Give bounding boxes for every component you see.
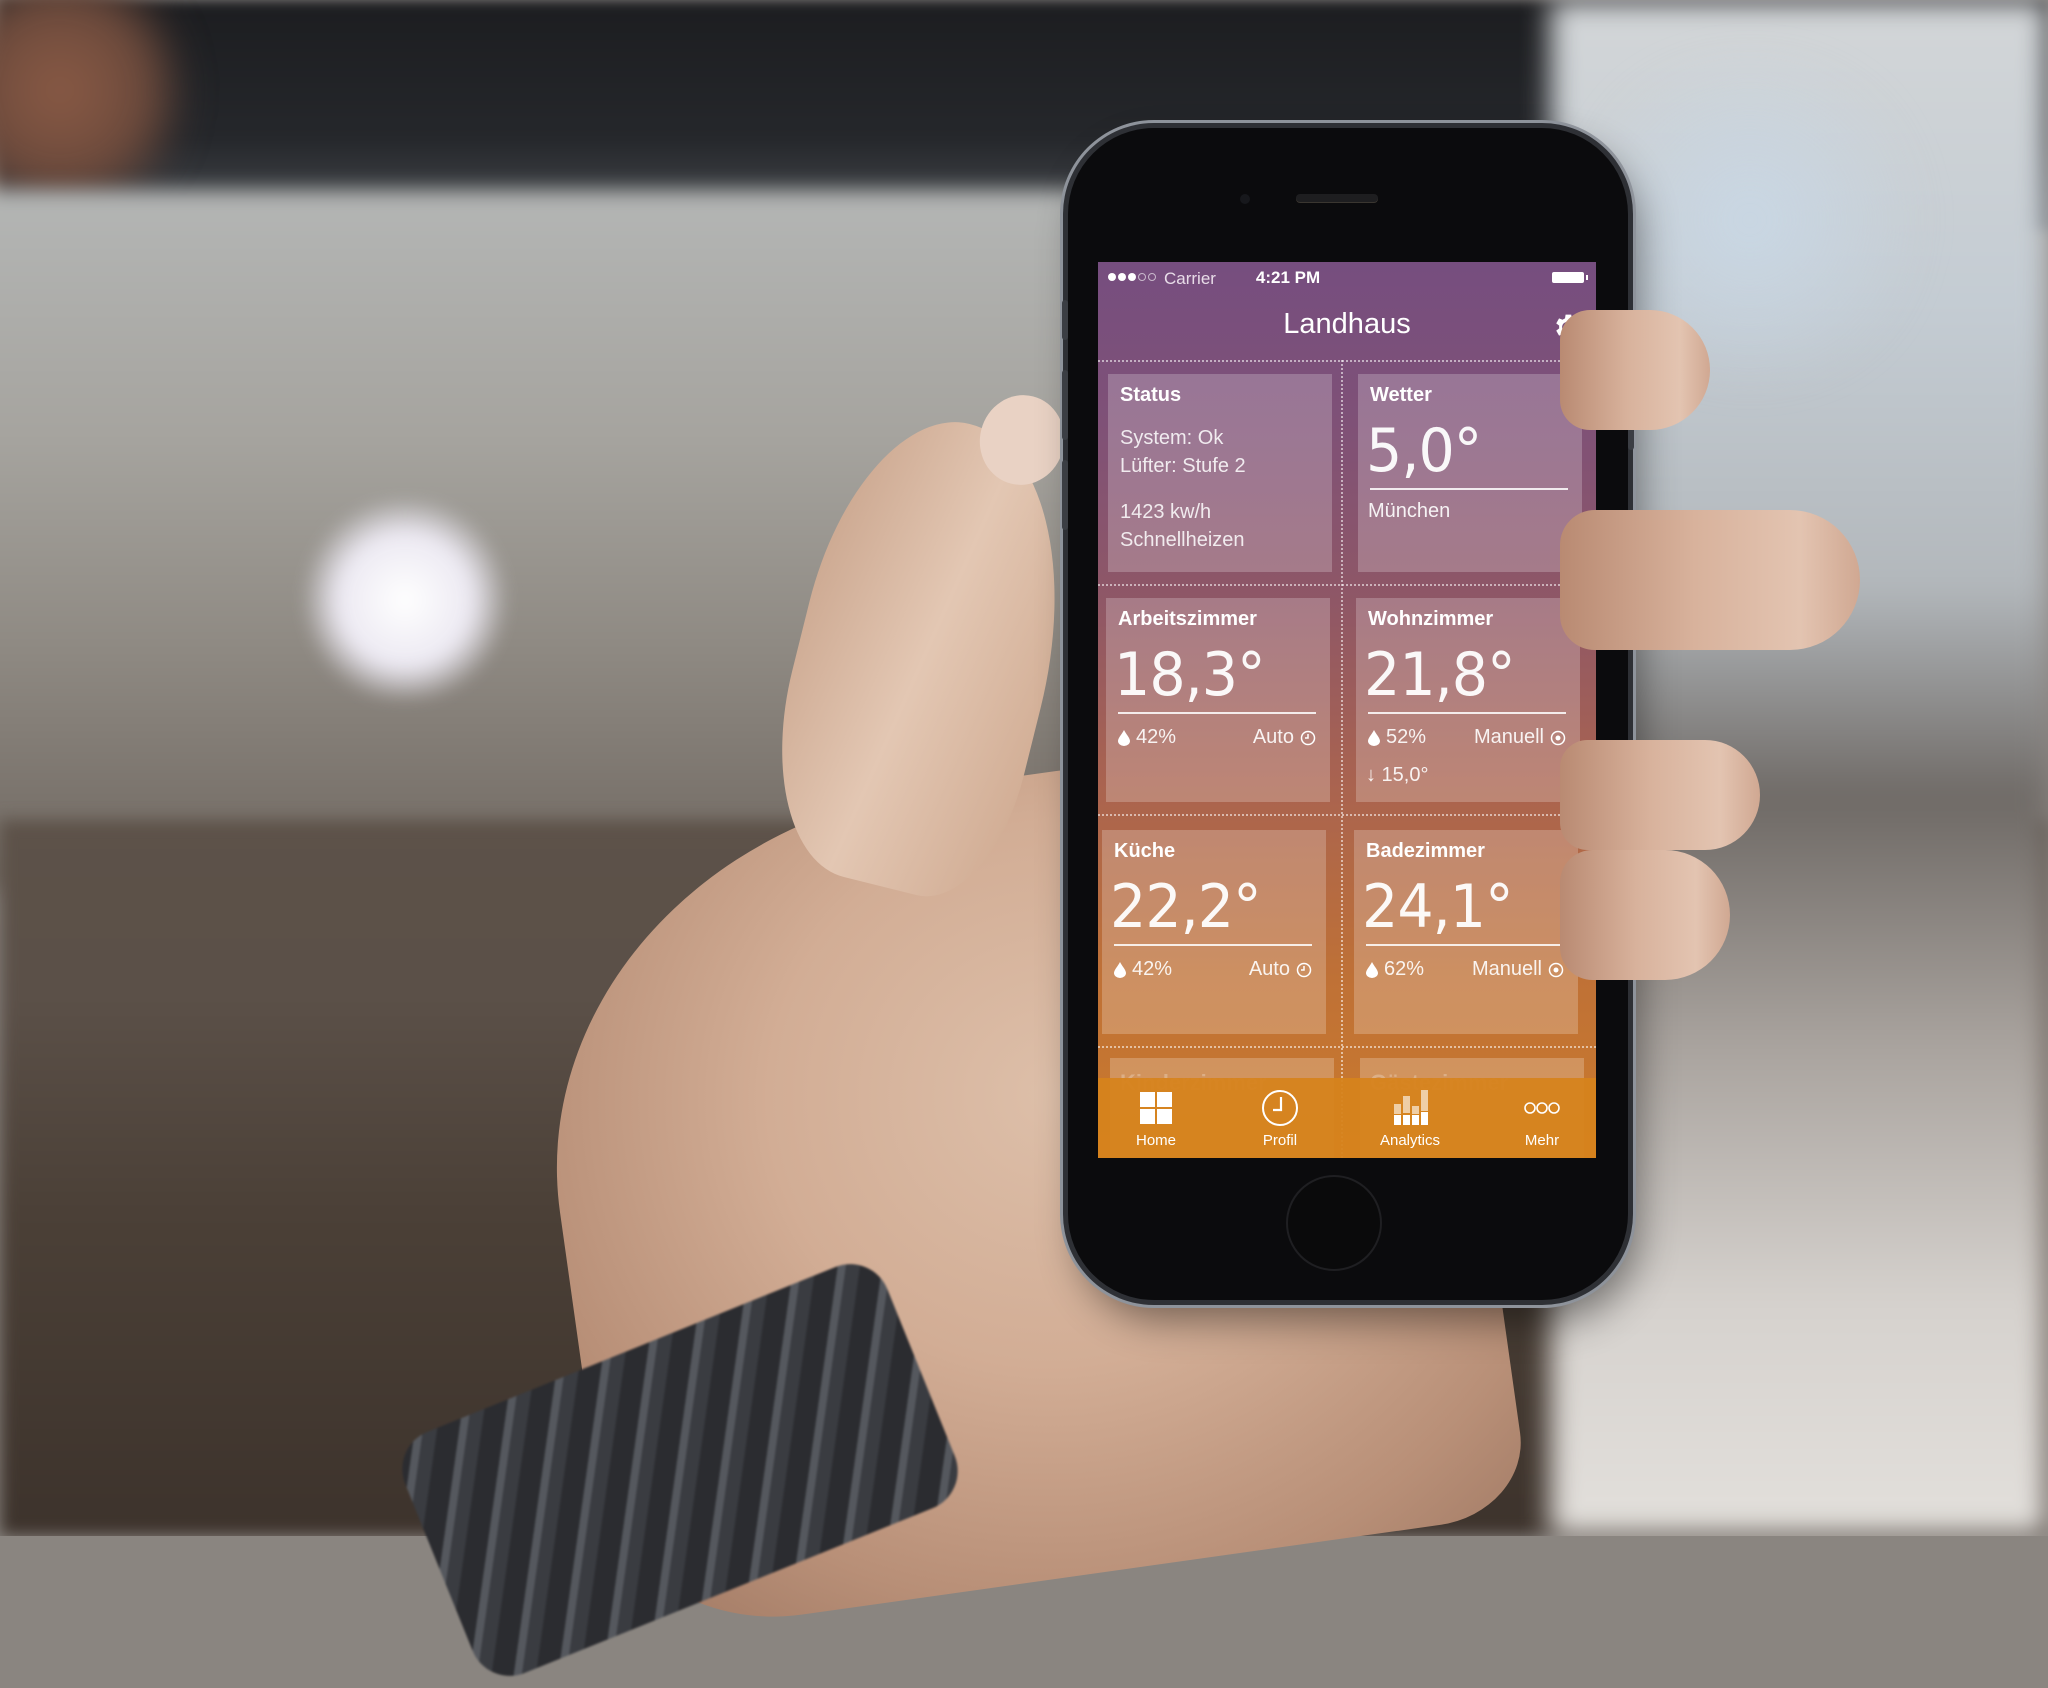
humidity-value: 62% [1384,958,1425,980]
grid-icon [1140,1092,1172,1124]
humidity-drop-icon [1366,961,1378,978]
clock: 4:21 PM [1255,268,1321,287]
heating-mode: Schnellheizen [1120,529,1245,551]
more-icon [1524,1102,1560,1114]
status-bar: Carrier 4:21 PM [1098,262,1596,294]
weather-tile[interactable]: Wetter 5,0° München [1358,374,1582,572]
clock-icon [1296,962,1312,977]
tab-label: Profil [1262,1132,1298,1149]
volume-up-button [1062,370,1068,440]
nav-bar: Landhaus [1098,294,1596,358]
finger-index [1560,310,1710,430]
room-temperature: 21,8° [1364,640,1516,710]
tab-home[interactable]: Home [1098,1078,1216,1158]
tab-profil[interactable]: Profil [1220,1078,1340,1158]
grid-divider [1098,814,1596,816]
humidity-drop-icon [1118,729,1130,746]
grid-divider-vertical [1341,360,1343,1158]
status-tile[interactable]: Status System: Ok Lüfter: Stufe 2 1423 k… [1108,374,1332,572]
room-temperature: 24,1° [1362,872,1514,942]
earpiece-speaker [1296,194,1378,202]
outdoor-temperature: 5,0° [1366,416,1482,486]
grid-divider [1098,360,1596,362]
target-icon [1550,730,1566,745]
mode-label: Manuell [1473,726,1544,748]
room-tile-kueche[interactable]: Küche 22,2° 42% Auto [1102,830,1326,1034]
tile-divider [1118,712,1316,714]
room-name: Wohnzimmer [1368,608,1494,630]
bar-chart-icon [1394,1090,1428,1125]
tile-divider [1366,944,1564,946]
tab-label: Mehr [1524,1132,1560,1149]
tab-mehr[interactable]: Mehr [1482,1078,1596,1158]
room-temperature: 18,3° [1114,640,1266,710]
tab-analytics[interactable]: Analytics [1350,1078,1470,1158]
mode-label: Auto [1248,958,1290,980]
tab-label: Home [1135,1132,1176,1149]
mode-label: Manuell [1471,958,1542,980]
volume-down-button [1062,460,1068,530]
mute-switch [1062,300,1068,340]
room-temperature: 22,2° [1110,872,1262,942]
target-icon [1548,962,1564,977]
finger-ring [1560,740,1760,850]
tile-divider [1368,712,1566,714]
room-tile-wohnzimmer[interactable]: Wohnzimmer 21,8° 52% Manuell ↓ 15,0° [1356,598,1580,802]
laptop-logo [300,500,510,700]
room-tile-arbeitszimmer[interactable]: Arbeitszimmer 18,3° 42% Auto [1106,598,1330,802]
humidity-value: 42% [1136,726,1177,748]
tile-title: Status [1120,384,1182,406]
humidity-value: 42% [1132,958,1173,980]
grid-divider [1098,1046,1596,1048]
clock-icon [1300,730,1316,745]
room-meta: 52% Manuell [1368,726,1566,749]
system-status: System: Ok [1120,427,1224,449]
humidity-drop-icon [1368,729,1380,746]
tile-divider [1370,488,1568,490]
mode-label: Auto [1252,726,1294,748]
fan-status: Lüfter: Stufe 2 [1120,455,1246,477]
humidity-value: 52% [1386,726,1427,748]
room-name: Küche [1114,840,1176,862]
page-title: Landhaus [1283,308,1411,340]
grid-divider [1098,584,1596,586]
status-lines: System: Ok Lüfter: Stufe 2 1423 kw/h Sch… [1120,424,1246,554]
tile-divider [1114,944,1312,946]
room-name: Arbeitszimmer [1118,608,1257,630]
clock-icon [1262,1090,1298,1126]
tile-title: Wetter [1370,384,1432,406]
room-meta: 42% Auto [1114,958,1312,981]
home-button[interactable] [1286,1175,1382,1271]
tab-label: Analytics [1379,1132,1441,1149]
battery-icon [1552,272,1588,283]
setpoint-value: ↓ 15,0° [1366,764,1429,786]
front-camera [1240,194,1250,204]
room-meta: 42% Auto [1118,726,1316,749]
finger-little [1560,850,1730,980]
room-tile-badezimmer[interactable]: Badezimmer 24,1° 62% Manuell [1354,830,1578,1034]
app-screen: Carrier 4:21 PM Landhaus Status System: … [1098,262,1596,1158]
finger-middle [1560,510,1860,650]
humidity-drop-icon [1114,961,1126,978]
room-meta: 62% Manuell [1366,958,1564,981]
energy-value: 1423 kw/h [1120,501,1212,523]
weather-city: München [1368,500,1451,522]
room-name: Badezimmer [1366,840,1485,862]
tab-bar: Home Profil Analytics Mehr [1098,1078,1596,1158]
